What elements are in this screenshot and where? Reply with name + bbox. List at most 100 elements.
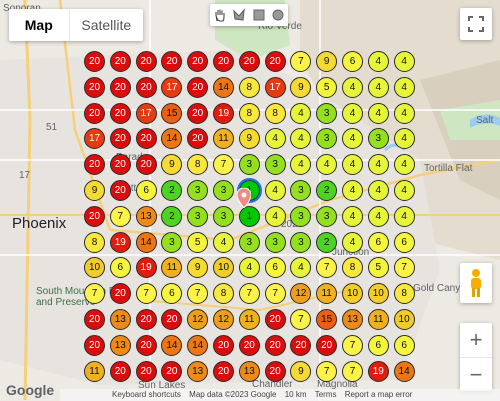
square-icon[interactable] xyxy=(252,8,266,22)
street-view-pegman-button[interactable] xyxy=(460,263,492,303)
rank-marker[interactable]: 2 xyxy=(316,231,338,253)
rank-marker[interactable]: 4 xyxy=(367,154,389,176)
zoom-out-button[interactable]: − xyxy=(460,358,492,392)
rank-marker[interactable]: 9 xyxy=(290,76,312,98)
rank-marker[interactable]: 20 xyxy=(187,128,209,150)
rank-marker[interactable]: 4 xyxy=(342,180,363,201)
rank-marker[interactable]: 3 xyxy=(367,128,389,150)
rank-marker[interactable]: 14 xyxy=(393,360,415,382)
rank-marker[interactable]: 20 xyxy=(264,309,286,330)
rank-marker[interactable]: 3 xyxy=(187,180,209,201)
rank-marker[interactable]: 1 xyxy=(238,205,260,227)
rank-marker[interactable]: 10 xyxy=(393,309,415,330)
rank-marker[interactable]: 20 xyxy=(84,154,105,176)
rank-marker[interactable]: 3 xyxy=(290,231,312,253)
rank-marker[interactable]: 15 xyxy=(316,309,338,330)
rank-marker[interactable]: 3 xyxy=(213,205,234,227)
polygon-icon[interactable] xyxy=(232,8,246,22)
rank-marker[interactable]: 9 xyxy=(316,51,338,72)
rank-marker[interactable]: 14 xyxy=(161,334,183,356)
rank-marker[interactable]: 3 xyxy=(161,231,183,253)
rank-marker[interactable]: 7 xyxy=(109,205,131,227)
rank-marker[interactable]: 20 xyxy=(84,102,105,124)
circle-icon[interactable] xyxy=(271,8,285,22)
rank-marker[interactable]: 13 xyxy=(342,309,363,330)
rank-marker[interactable]: 4 xyxy=(393,102,415,124)
rank-marker[interactable]: 7 xyxy=(316,360,338,382)
rank-marker[interactable]: 20 xyxy=(109,154,131,176)
rank-marker[interactable]: 12 xyxy=(187,309,209,330)
hand-icon[interactable] xyxy=(213,8,227,22)
rank-marker[interactable]: 10 xyxy=(84,257,105,279)
rank-marker[interactable]: 20 xyxy=(264,360,286,382)
rank-marker[interactable]: 4 xyxy=(393,128,415,150)
rank-marker[interactable]: 20 xyxy=(135,51,157,72)
rank-marker[interactable]: 17 xyxy=(264,76,286,98)
rank-marker[interactable]: 20 xyxy=(135,128,157,150)
rank-marker[interactable]: 3 xyxy=(238,231,260,253)
rank-marker[interactable]: 4 xyxy=(367,76,389,98)
rank-marker[interactable]: 11 xyxy=(213,128,234,150)
rank-marker[interactable]: 3 xyxy=(264,154,286,176)
rank-marker[interactable]: 20 xyxy=(238,334,260,356)
rank-marker[interactable]: 4 xyxy=(290,154,312,176)
rank-marker[interactable]: 8 xyxy=(393,283,415,305)
rank-marker[interactable]: 13 xyxy=(135,205,157,227)
rank-marker[interactable]: 20 xyxy=(109,128,131,150)
rank-marker[interactable]: 20 xyxy=(109,180,131,201)
rank-marker[interactable]: 19 xyxy=(213,102,234,124)
rank-marker[interactable]: 20 xyxy=(161,51,183,72)
rank-marker[interactable]: 5 xyxy=(187,231,209,253)
rank-marker[interactable]: 7 xyxy=(135,283,157,305)
rank-marker[interactable]: 4 xyxy=(393,205,415,227)
rank-marker[interactable]: 4 xyxy=(213,231,234,253)
rank-marker[interactable]: 8 xyxy=(187,154,209,176)
rank-marker[interactable]: 4 xyxy=(393,180,415,201)
rank-marker[interactable]: 4 xyxy=(393,51,415,72)
rank-marker[interactable]: 20 xyxy=(109,102,131,124)
rank-marker[interactable]: 6 xyxy=(393,334,415,356)
rank-marker[interactable]: 7 xyxy=(264,283,286,305)
rank-marker[interactable]: 15 xyxy=(161,102,183,124)
rank-marker[interactable]: 19 xyxy=(367,360,389,382)
rank-marker[interactable]: 17 xyxy=(161,76,183,98)
rank-marker[interactable]: 12 xyxy=(290,283,312,305)
rank-marker[interactable]: 4 xyxy=(264,180,286,201)
rank-marker[interactable]: 13 xyxy=(109,309,131,330)
rank-marker[interactable]: 4 xyxy=(342,128,363,150)
rank-marker[interactable]: 7 xyxy=(290,51,312,72)
terms-link[interactable]: Terms xyxy=(315,390,337,399)
rank-marker[interactable]: 8 xyxy=(238,76,260,98)
rank-marker[interactable]: 3 xyxy=(290,180,312,201)
map-type-satellite-button[interactable]: Satellite xyxy=(70,9,143,41)
rank-marker[interactable]: 4 xyxy=(367,51,389,72)
map-view[interactable]: Sonoran Rio Verde Phoenix Tortilla Flat … xyxy=(0,0,500,401)
rank-marker[interactable]: 20 xyxy=(109,76,131,98)
rank-marker[interactable]: 20 xyxy=(213,334,234,356)
rank-marker[interactable]: 6 xyxy=(393,231,415,253)
rank-marker[interactable]: 4 xyxy=(264,205,286,227)
rank-marker[interactable]: 4 xyxy=(393,76,415,98)
rank-marker[interactable]: 20 xyxy=(238,51,260,72)
fullscreen-button[interactable] xyxy=(460,8,492,40)
rank-marker[interactable]: 7 xyxy=(316,257,338,279)
rank-marker[interactable]: 8 xyxy=(238,102,260,124)
rank-marker[interactable]: 13 xyxy=(187,360,209,382)
rank-marker[interactable]: 12 xyxy=(213,309,234,330)
rank-marker[interactable]: 19 xyxy=(135,257,157,279)
rank-marker[interactable]: 14 xyxy=(187,334,209,356)
rank-marker[interactable]: 6 xyxy=(342,51,363,72)
rank-marker[interactable]: 7 xyxy=(393,257,415,279)
rank-marker[interactable]: 3 xyxy=(264,231,286,253)
rank-marker[interactable]: 20 xyxy=(135,334,157,356)
rank-marker[interactable]: 4 xyxy=(367,102,389,124)
rank-marker[interactable]: 7 xyxy=(213,154,234,176)
rank-marker[interactable]: 6 xyxy=(264,257,286,279)
rank-marker[interactable]: 20 xyxy=(187,102,209,124)
rank-marker[interactable]: 8 xyxy=(342,257,363,279)
rank-marker[interactable]: 4 xyxy=(290,257,312,279)
rank-marker[interactable]: 8 xyxy=(84,231,105,253)
rank-marker[interactable]: 6 xyxy=(367,334,389,356)
rank-marker[interactable]: 9 xyxy=(187,257,209,279)
rank-marker[interactable]: 10 xyxy=(342,283,363,305)
